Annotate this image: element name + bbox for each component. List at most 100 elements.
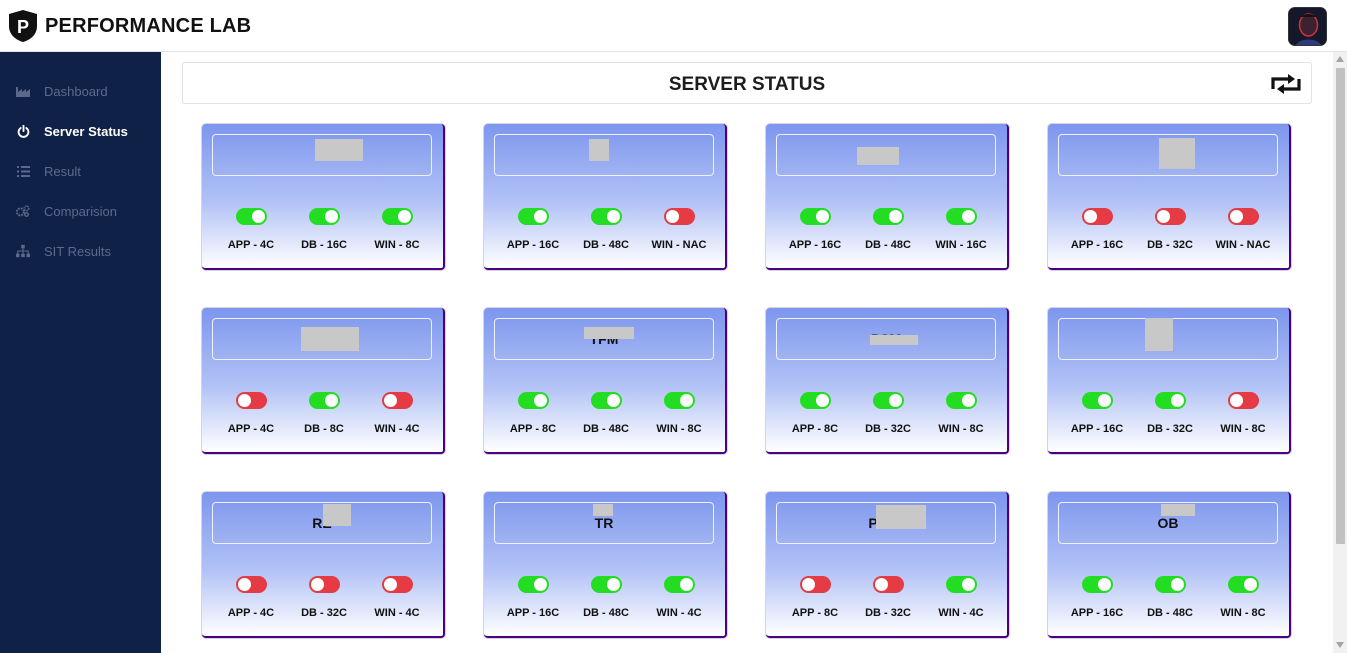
status-toggle[interactable] bbox=[517, 208, 549, 225]
server-name-box: TFM bbox=[494, 318, 714, 360]
status-toggle[interactable] bbox=[872, 576, 904, 593]
server-card: SU APP - 4C DB - 8C WIN - 4C bbox=[202, 308, 445, 454]
server-status-item: DB - 48C bbox=[848, 208, 928, 251]
status-toggle[interactable] bbox=[590, 392, 622, 409]
status-toggle[interactable] bbox=[235, 208, 267, 225]
status-toggle[interactable] bbox=[945, 208, 977, 225]
status-toggle[interactable] bbox=[235, 576, 267, 593]
toggle-knob bbox=[237, 394, 251, 407]
server-status-item: DB - 32C bbox=[848, 576, 928, 619]
status-toggle[interactable] bbox=[1227, 576, 1259, 593]
server-label: APP - 16C bbox=[1070, 423, 1124, 435]
status-toggle[interactable] bbox=[308, 208, 340, 225]
server-label: DB - 48C bbox=[583, 607, 629, 619]
status-toggle[interactable] bbox=[663, 208, 695, 225]
status-toggle[interactable] bbox=[235, 392, 267, 409]
refresh-icon[interactable] bbox=[1269, 71, 1303, 97]
redaction-block bbox=[584, 327, 634, 339]
scroll-up-icon[interactable] bbox=[1336, 56, 1344, 62]
toggle-knob bbox=[665, 210, 679, 223]
server-status-item: DB - 32C bbox=[284, 576, 364, 619]
server-status-item: WIN - 8C bbox=[1203, 392, 1283, 435]
server-label: APP - 4C bbox=[227, 239, 275, 251]
server-status-item: DB - 48C bbox=[566, 392, 646, 435]
server-label: DB - 8C bbox=[304, 423, 344, 435]
gears-icon bbox=[16, 204, 30, 218]
server-card: PSM APP - 8C DB - 32C WIN - 8C bbox=[766, 308, 1009, 454]
brand[interactable]: P PERFORMANCE LAB bbox=[7, 9, 251, 43]
toggle-knob bbox=[606, 578, 620, 591]
status-toggle[interactable] bbox=[872, 392, 904, 409]
server-label: DB - 32C bbox=[1147, 239, 1193, 251]
status-toggle[interactable] bbox=[945, 392, 977, 409]
status-toggle[interactable] bbox=[872, 208, 904, 225]
server-label: WIN - 8C bbox=[938, 423, 984, 435]
sidebar-item-label: SIT Results bbox=[44, 243, 111, 259]
toggle-knob bbox=[533, 394, 547, 407]
status-toggle[interactable] bbox=[1081, 208, 1113, 225]
sidebar-item-result[interactable]: Result bbox=[0, 151, 161, 191]
toggle-knob bbox=[324, 210, 338, 223]
server-name-box: PSM bbox=[776, 318, 996, 360]
status-toggle[interactable] bbox=[308, 576, 340, 593]
status-toggle[interactable] bbox=[517, 392, 549, 409]
status-toggle[interactable] bbox=[663, 576, 695, 593]
status-toggle[interactable] bbox=[1154, 208, 1186, 225]
server-card: TR APP - 16C DB - 48C WIN - 4C bbox=[484, 492, 727, 638]
status-toggle[interactable] bbox=[1081, 392, 1113, 409]
status-toggle[interactable] bbox=[799, 576, 831, 593]
server-status-item: DB - 48C bbox=[566, 576, 646, 619]
server-status-item: WIN - 8C bbox=[357, 208, 437, 251]
redaction-block bbox=[1159, 138, 1195, 169]
redaction-block bbox=[870, 335, 918, 345]
server-name-box: TR bbox=[494, 502, 714, 544]
toggle-knob bbox=[606, 394, 620, 407]
status-toggle[interactable] bbox=[308, 392, 340, 409]
status-toggle[interactable] bbox=[1227, 392, 1259, 409]
server-status-item: APP - 16C bbox=[493, 208, 573, 251]
app-title: PERFORMANCE LAB bbox=[45, 14, 252, 37]
server-name-box: C bbox=[1058, 134, 1278, 176]
status-toggle[interactable] bbox=[799, 392, 831, 409]
toggle-knob bbox=[961, 210, 975, 223]
status-toggle[interactable] bbox=[381, 208, 413, 225]
status-toggle[interactable] bbox=[1227, 208, 1259, 225]
server-label: DB - 32C bbox=[1147, 423, 1193, 435]
toggle-knob bbox=[801, 578, 815, 591]
server-status-item: WIN - 8C bbox=[921, 392, 1001, 435]
server-label: APP - 4C bbox=[227, 607, 275, 619]
status-toggle[interactable] bbox=[799, 208, 831, 225]
sidebar-item-dashboard[interactable]: Dashboard bbox=[0, 71, 161, 111]
toggle-knob bbox=[815, 394, 829, 407]
sidebar-item-label: Dashboard bbox=[44, 83, 108, 99]
sidebar-item-server-status[interactable]: Server Status bbox=[0, 111, 161, 151]
scrollbar[interactable] bbox=[1333, 52, 1347, 653]
sidebar-item-comparision[interactable]: Comparision bbox=[0, 191, 161, 231]
avatar[interactable] bbox=[1288, 7, 1327, 46]
status-toggle[interactable] bbox=[381, 576, 413, 593]
server-label: WIN - NAC bbox=[651, 239, 707, 251]
status-toggle[interactable] bbox=[663, 392, 695, 409]
toggle-knob bbox=[679, 394, 693, 407]
status-toggle[interactable] bbox=[945, 576, 977, 593]
status-toggle[interactable] bbox=[381, 392, 413, 409]
server-label: APP - 16C bbox=[506, 607, 560, 619]
status-toggle[interactable] bbox=[590, 208, 622, 225]
sidebar-item-sit-results[interactable]: SIT Results bbox=[0, 231, 161, 271]
server-status-item: DB - 32C bbox=[1130, 208, 1210, 251]
toggle-knob bbox=[1229, 210, 1243, 223]
server-label: WIN - 16C bbox=[935, 239, 987, 251]
toggle-knob bbox=[383, 578, 397, 591]
server-label: APP - 8C bbox=[791, 423, 839, 435]
scrollbar-thumb[interactable] bbox=[1336, 68, 1345, 544]
status-toggle[interactable] bbox=[517, 576, 549, 593]
server-status-item: DB - 32C bbox=[1130, 392, 1210, 435]
status-toggle[interactable] bbox=[1154, 392, 1186, 409]
redaction-block bbox=[301, 327, 359, 351]
status-toggle[interactable] bbox=[590, 576, 622, 593]
scroll-down-icon[interactable] bbox=[1336, 642, 1344, 648]
server-status-item: APP - 16C bbox=[493, 576, 573, 619]
status-toggle[interactable] bbox=[1154, 576, 1186, 593]
server-label: WIN - 4C bbox=[374, 607, 420, 619]
status-toggle[interactable] bbox=[1081, 576, 1113, 593]
